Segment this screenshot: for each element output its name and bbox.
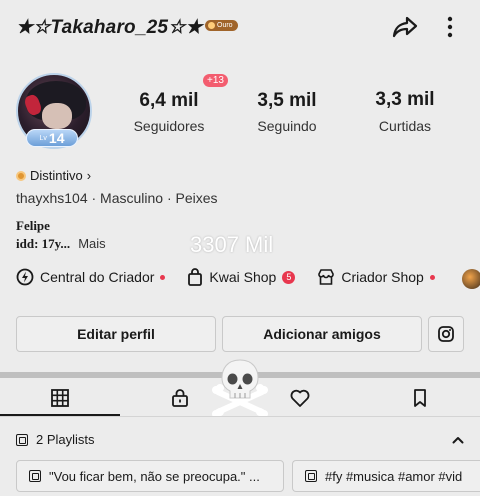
notification-dot [160,274,166,280]
likes-label: Curtidas [378,118,432,134]
rank-medal-icon [208,22,215,29]
lock-icon [172,389,188,407]
playlists-header[interactable]: 2 Playlists [16,432,95,447]
creator-links-row: Central do Criador Kwai Shop 5 Criador S… [16,268,457,286]
heart-icon [290,389,310,407]
level-number: 14 [48,130,65,146]
stat-following[interactable]: 3,5 mil Seguindo [246,90,328,134]
followers-label: Seguidores [133,118,205,134]
instagram-icon [438,326,454,342]
distintivo-link[interactable]: Distintivo › [16,168,91,183]
more-options-icon[interactable] [441,15,459,39]
playlist-item[interactable]: #fy #musica #amor #vid [292,460,480,492]
edit-profile-button[interactable]: Editar perfil [16,316,216,352]
stat-likes[interactable]: 3,3 mil Curtidas [364,89,446,134]
level-prefix: Lv [39,134,47,142]
playlist-title: #fy #musica #amor #vid [325,468,463,484]
tab-saved[interactable] [360,378,480,418]
followers-count: 6,4 mil [139,90,199,111]
notification-count-badge: 5 [282,270,296,284]
link-criador-shop[interactable]: Criador Shop [317,268,435,286]
following-count: 3,5 mil [257,90,317,111]
partial-app-icon[interactable] [462,269,480,289]
level-badge: Lv 14 [26,129,78,147]
skull-crossbones-icon [212,359,268,416]
distintivo-label: Distintivo [30,168,83,183]
playlist-title: "Vou ficar bem, não se preocupa." ... [49,468,260,484]
overlay-count-text: 3307 Mil [190,232,274,257]
bio-age: idd: 17y... [16,236,71,251]
new-followers-badge: +13 [203,74,228,87]
playlist-icon [305,470,317,482]
link-label: Criador Shop [341,269,424,285]
following-label: Seguindo [257,118,317,134]
bio-more-link[interactable]: Mais [78,236,105,251]
tab-bar-border [0,416,480,417]
link-central-do-criador[interactable]: Central do Criador [16,268,166,286]
playlist-icon [16,433,28,446]
grid-icon [51,389,69,407]
bio-line: idd: 17y... Mais [16,236,106,252]
stat-followers[interactable]: 6,4 mil Seguidores [128,90,210,134]
likes-count: 3,3 mil [375,89,435,110]
rank-badge: Ouro [205,20,238,31]
link-label: Kwai Shop [209,269,277,285]
tab-posts[interactable] [0,378,120,418]
bio-name: Felipe [16,218,50,233]
chevron-right-icon: › [86,168,92,183]
link-kwai-shop[interactable]: Kwai Shop 5 [187,268,296,286]
username-title: ★☆Takaharo_25☆★ [16,17,203,38]
playlists-count-label: 2 Playlists [36,432,95,447]
chevron-up-icon[interactable] [451,433,465,447]
user-info-line: thayxhs104 · Masculino · Peixes [16,190,218,206]
medal-icon [16,170,26,181]
link-label: Central do Criador [40,269,155,285]
active-tab-indicator [0,414,120,416]
bookmark-icon [414,389,426,407]
instagram-button[interactable] [428,316,464,352]
shopping-bag-icon [188,268,203,286]
rank-badge-label: Ouro [217,22,233,29]
share-icon[interactable] [392,15,418,39]
notification-dot [429,274,435,280]
add-friends-button[interactable]: Adicionar amigos [222,316,422,352]
playlist-item[interactable]: "Vou ficar bem, não se preocupa." ... [16,460,284,492]
creator-center-icon [16,268,34,286]
store-icon [318,269,335,285]
playlist-icon [29,470,41,482]
